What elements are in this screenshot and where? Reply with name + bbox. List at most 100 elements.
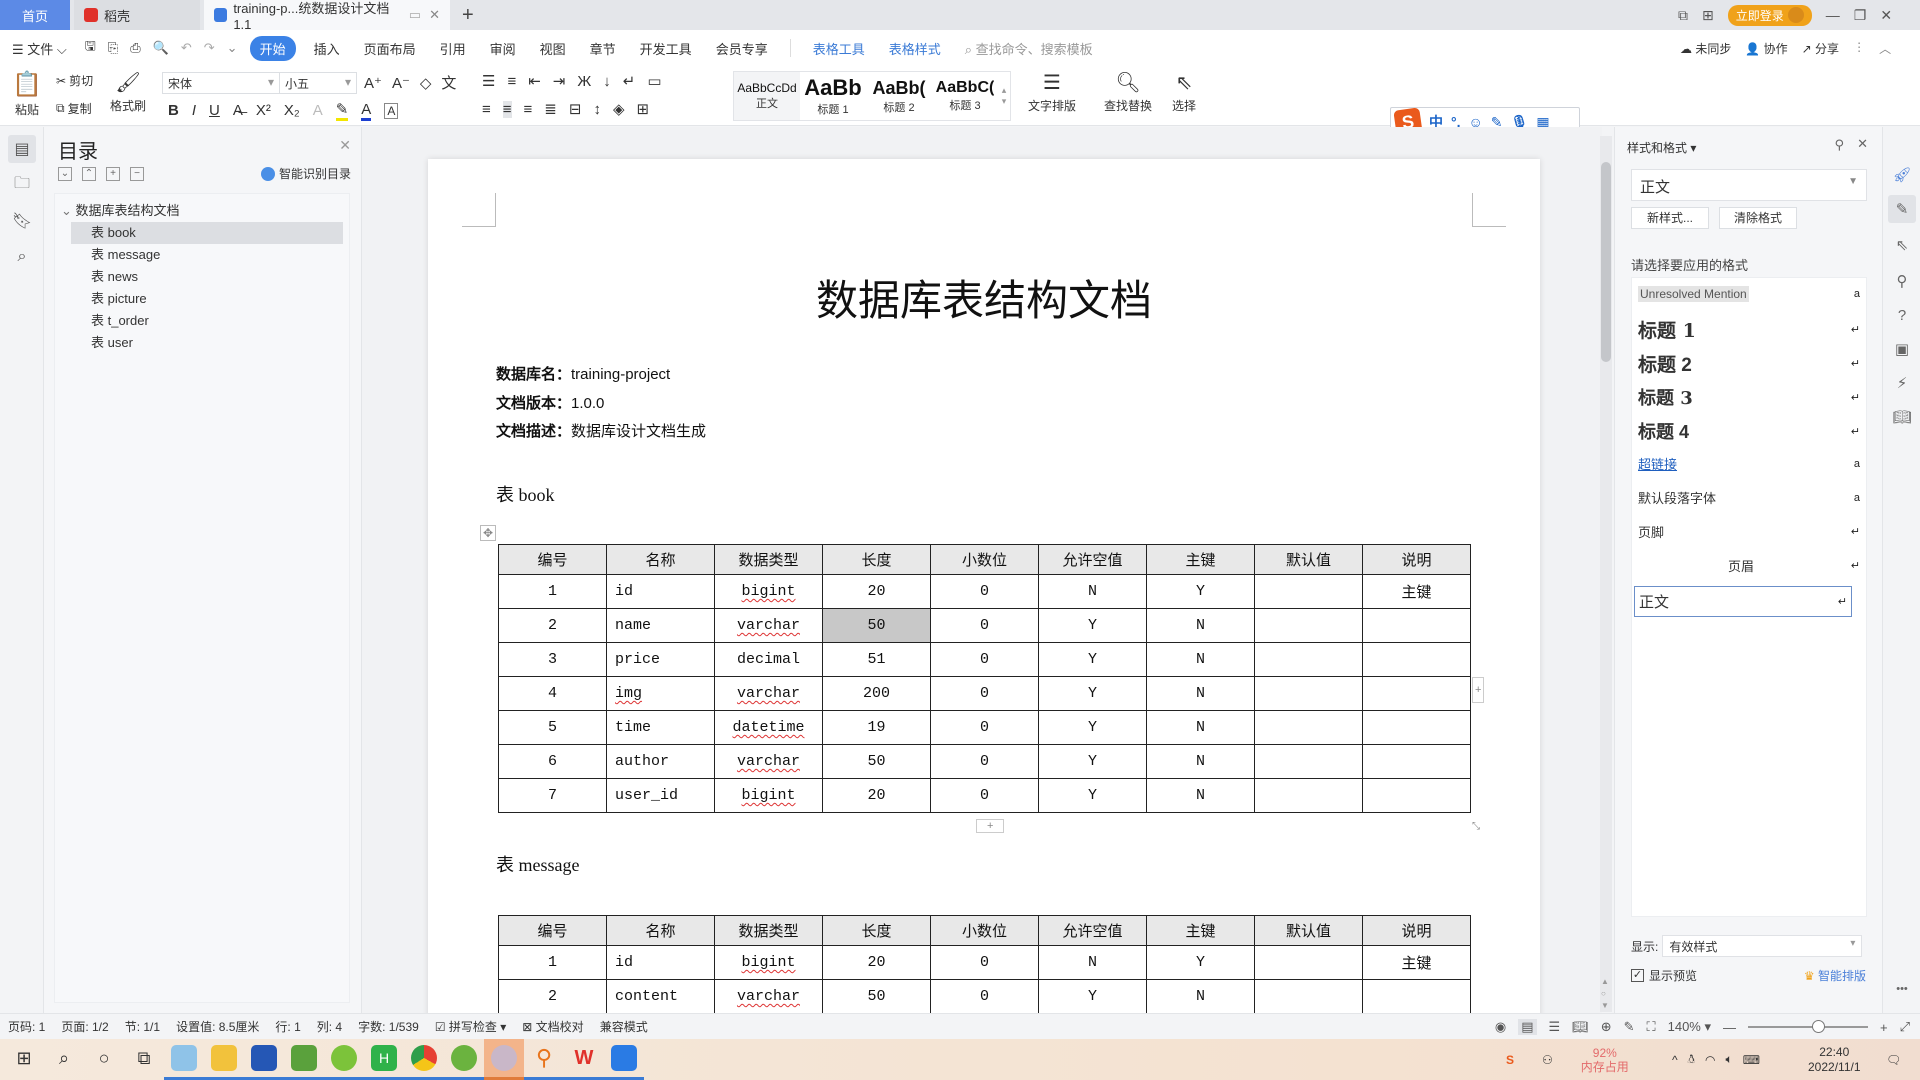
underline-icon[interactable]: U xyxy=(209,102,220,119)
column-header[interactable]: 长度 xyxy=(822,915,931,946)
notepad-app-icon[interactable] xyxy=(164,1039,204,1080)
close-toc-icon[interactable]: ✕ xyxy=(339,137,351,154)
table-cell[interactable]: Y xyxy=(1038,608,1147,643)
table-cell[interactable]: 50 xyxy=(822,608,931,643)
column-header[interactable]: 名称 xyxy=(606,544,715,575)
eye-protection-icon[interactable]: ◉ xyxy=(1495,1019,1506,1035)
show-marks-icon[interactable]: ↵ xyxy=(623,72,636,90)
sogou-tray-icon[interactable]: S xyxy=(1506,1053,1514,1067)
table-cell[interactable] xyxy=(1254,676,1363,711)
table-cell[interactable]: 200 xyxy=(822,676,931,711)
zoom-slider[interactable] xyxy=(1748,1020,1868,1033)
toc-item-message[interactable]: 表 message xyxy=(91,244,160,266)
table-cell[interactable]: content xyxy=(606,979,715,1013)
column-header[interactable]: 小数位 xyxy=(930,544,1039,575)
fit-page-icon[interactable]: ⛶ xyxy=(1647,1019,1656,1035)
format-painter-button[interactable]: 🖌 格式刷 xyxy=(110,70,146,114)
style-heading-1[interactable]: AaBb 标题 1 xyxy=(800,72,866,120)
distributed-icon[interactable]: ⊟ xyxy=(569,100,582,118)
style-gallery-scroll[interactable]: ▴ ▾ xyxy=(998,72,1010,120)
more-icon[interactable]: ⋮ xyxy=(1853,40,1865,57)
table-cell[interactable]: 20 xyxy=(822,574,931,609)
table-cell[interactable]: time xyxy=(606,710,715,745)
table-cell[interactable]: Y xyxy=(1146,945,1255,980)
column-header[interactable]: 主键 xyxy=(1146,544,1255,575)
table-cell[interactable]: Y xyxy=(1038,979,1147,1013)
search-icon[interactable]: ⌕ xyxy=(8,243,36,271)
table-cell[interactable]: 19 xyxy=(822,710,931,745)
fullscreen-icon[interactable]: ⤢ xyxy=(1900,1019,1910,1035)
table-cell[interactable]: N xyxy=(1146,642,1255,677)
people-icon[interactable]: ⚇ xyxy=(1542,1053,1553,1067)
column-header[interactable]: 主键 xyxy=(1146,915,1255,946)
more-dots-icon[interactable]: ••• xyxy=(1888,975,1916,1003)
table-cell[interactable]: 3 xyxy=(498,642,607,677)
table-cell[interactable]: 0 xyxy=(930,979,1039,1013)
expand-icon[interactable]: ⌄ xyxy=(58,167,72,181)
style-item-heading-2[interactable]: 标题 2 ↵ xyxy=(1638,350,1860,377)
scrollbar-thumb[interactable] xyxy=(1601,162,1611,362)
login-button[interactable]: 立即登录 xyxy=(1727,4,1812,26)
table-cell[interactable]: user_id xyxy=(606,778,715,813)
minimize-icon[interactable]: — xyxy=(1826,7,1840,23)
wifi-icon[interactable]: ◠ xyxy=(1705,1053,1715,1067)
web-view-icon[interactable]: ⊕ xyxy=(1601,1019,1612,1035)
table-cell[interactable]: 7 xyxy=(498,778,607,813)
table-cell[interactable]: 50 xyxy=(822,979,931,1013)
menu-review[interactable]: 审阅 xyxy=(478,39,528,58)
sync-button[interactable]: ☁ 未同步 xyxy=(1680,40,1731,57)
outline-view-icon[interactable]: ☰ xyxy=(1549,1019,1561,1035)
column-header[interactable]: 默认值 xyxy=(1254,915,1363,946)
settings-slider-icon[interactable]: ⚲ xyxy=(1888,267,1916,295)
chrome-app-icon[interactable] xyxy=(404,1039,444,1080)
table-cell[interactable]: Y xyxy=(1038,642,1147,677)
table-cell[interactable]: varchar xyxy=(714,744,823,779)
style-item-hyperlink[interactable]: 超链接 a xyxy=(1638,454,1860,473)
vertical-scrollbar[interactable]: ▲ ○ ▼ xyxy=(1600,136,1612,1012)
justify-icon[interactable]: ≣ xyxy=(544,100,557,118)
table-move-handle[interactable]: ✥ xyxy=(480,525,497,541)
table-resize-handle[interactable]: ⤡ xyxy=(1472,821,1480,832)
hbuilder-app-icon[interactable]: H xyxy=(364,1039,404,1080)
table-cell[interactable]: N xyxy=(1038,574,1147,609)
align-center-icon[interactable]: ≡ xyxy=(502,100,512,118)
tab-docer[interactable]: 稻壳 xyxy=(74,0,200,30)
table-cell[interactable] xyxy=(1254,979,1363,1013)
table-cell[interactable]: 2 xyxy=(498,979,607,1013)
subscript-icon[interactable]: X₂ xyxy=(284,102,300,119)
table-cell[interactable]: datetime xyxy=(714,710,823,745)
table-cell[interactable]: 2 xyxy=(498,608,607,643)
align-right-icon[interactable]: ≡ xyxy=(524,101,533,118)
menu-developer[interactable]: 开发工具 xyxy=(628,39,704,58)
table-cell[interactable]: 0 xyxy=(930,642,1039,677)
editor-app-icon[interactable] xyxy=(284,1039,324,1080)
paste-button[interactable]: 📋 粘贴 xyxy=(12,70,42,118)
clock[interactable]: 22:40 2022/11/1 xyxy=(1808,1039,1861,1080)
table-cell[interactable]: author xyxy=(606,744,715,779)
table-cell[interactable]: Y xyxy=(1038,778,1147,813)
table-cell[interactable]: bigint xyxy=(714,778,823,813)
save-icon[interactable]: 🖫 xyxy=(79,37,102,59)
table-cell[interactable]: price xyxy=(606,642,715,677)
table-cell[interactable] xyxy=(1254,574,1363,609)
table-cell[interactable]: N xyxy=(1146,744,1255,779)
toc-root[interactable]: ⌄ 数据库表结构文档 xyxy=(61,200,180,222)
smart-layout-button[interactable]: ♛ 智能排版 xyxy=(1804,967,1866,984)
table-cell[interactable]: N xyxy=(1038,945,1147,980)
style-heading-2[interactable]: AaBb(标题 2 xyxy=(866,72,932,120)
wps-app-icon[interactable]: W xyxy=(564,1039,604,1080)
table-cell[interactable]: 1 xyxy=(498,945,607,980)
select-button[interactable]: ⇖ 选择 xyxy=(1172,70,1196,114)
table-cell[interactable] xyxy=(1362,744,1471,779)
column-header[interactable]: 允许空值 xyxy=(1038,915,1147,946)
table-cell[interactable] xyxy=(1254,608,1363,643)
file-menu[interactable]: ☰ 文件 ⌵ xyxy=(0,39,79,58)
clear-format-button[interactable]: 清除格式 xyxy=(1719,207,1797,229)
undo-icon[interactable]: ↶ xyxy=(175,40,198,56)
table-cell[interactable]: 0 xyxy=(930,676,1039,711)
column-header[interactable]: 长度 xyxy=(822,544,931,575)
grow-font-icon[interactable]: A⁺ xyxy=(364,74,382,92)
table-cell[interactable]: 0 xyxy=(930,574,1039,609)
chinese-layout-icon[interactable]: Ж xyxy=(577,73,591,90)
style-item-unresolved-mention[interactable]: Unresolved Mention a xyxy=(1638,286,1860,302)
